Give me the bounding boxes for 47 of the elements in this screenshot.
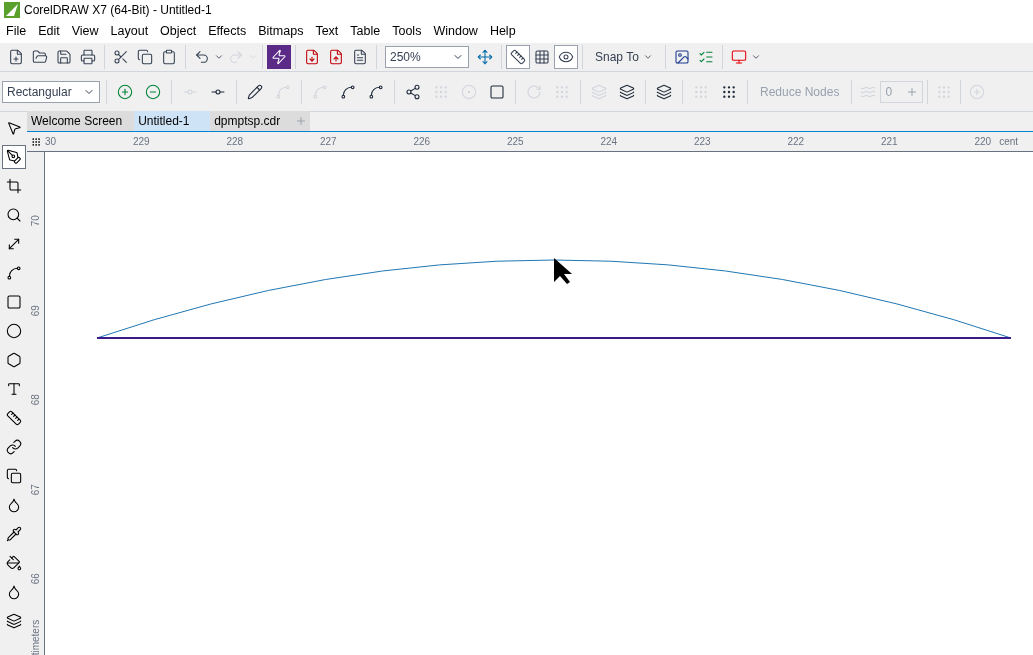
ruler-unit: timeters [29, 619, 42, 655]
menu-item[interactable]: Effects [202, 22, 253, 41]
ruler-unit: cent [999, 135, 1019, 149]
menu-item[interactable]: Text [309, 22, 345, 41]
ruler-label: 68 [29, 394, 42, 406]
ruler-label: 30 [45, 135, 58, 149]
menu-item[interactable]: Edit [32, 22, 66, 41]
ruler-label: 226 [413, 135, 432, 149]
plus-icon [906, 85, 919, 98]
document-tab[interactable]: Untitled-1 [134, 111, 211, 131]
ruler-label: 227 [320, 135, 338, 149]
menu-item[interactable]: View [65, 22, 105, 41]
ruler-label: 228 [226, 135, 245, 149]
ruler-label: 69 [29, 304, 42, 316]
caret-icon [214, 52, 224, 62]
menu-item[interactable]: Tools [386, 22, 428, 41]
pen-node-icon[interactable] [1, 145, 26, 169]
lightning-icon[interactable] [267, 45, 291, 69]
menu-item[interactable]: Table [344, 22, 387, 41]
ruler-label: 220 [974, 135, 992, 149]
document-tab[interactable]: dpmptsp.cdr [210, 111, 293, 131]
menu-item[interactable]: Object [154, 22, 203, 41]
menu-item[interactable]: Window [427, 22, 484, 41]
ruler-label: 224 [600, 135, 619, 149]
menu-item[interactable]: File [0, 22, 33, 41]
ruler-label: 225 [507, 135, 525, 149]
zoom-field[interactable]: 250% [385, 46, 469, 68]
document-tab[interactable]: Welcome Screen [27, 111, 135, 131]
mouse-cursor-icon [554, 258, 572, 284]
selection-mode-dropdown[interactable]: Rectangular [2, 80, 100, 103]
ruler-label: 66 [29, 573, 42, 585]
ruler-label: 221 [881, 135, 899, 149]
rulers-icon[interactable] [506, 45, 530, 69]
caret-icon [642, 52, 653, 62]
ruler-label: 222 [787, 135, 806, 149]
ruler-label: 223 [694, 135, 712, 149]
guidelines-icon[interactable] [554, 45, 578, 69]
menu-item[interactable]: Layout [104, 22, 155, 41]
snap-to-button[interactable]: Snap To [587, 45, 661, 69]
menu-item[interactable]: Bitmaps [252, 22, 310, 41]
menu-item[interactable]: Help [483, 22, 522, 41]
ruler-label: 67 [29, 483, 42, 496]
caret-icon [750, 52, 761, 62]
ruler-label: 229 [133, 135, 151, 149]
plus-icon [295, 115, 308, 127]
window-title: CorelDRAW X7 (64-Bit) - Untitled-1 [24, 2, 212, 19]
ruler-label: 70 [29, 215, 42, 227]
